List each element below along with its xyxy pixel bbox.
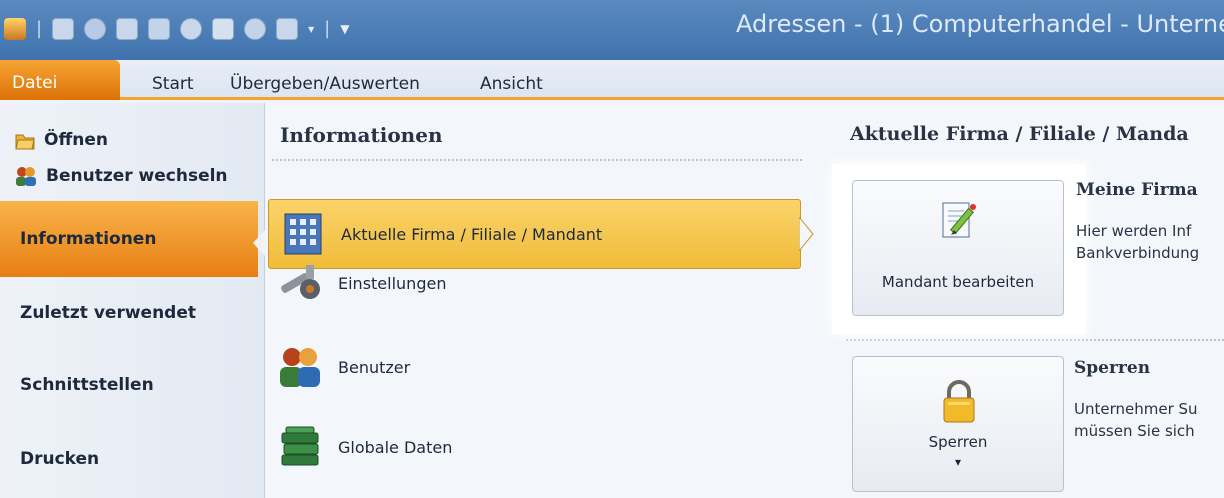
backstage-nav: Öffnen Benutzer wechseln Informationen Z… [0,103,266,498]
sperren-button[interactable]: Sperren ▾ [852,356,1064,492]
tab-ansicht[interactable]: Ansicht [480,74,543,94]
switch-user-label: Benutzer wechseln [46,166,228,186]
mandant-bearbeiten-button[interactable]: Mandant bearbeiten [852,180,1064,316]
section-sperren: Sperren Unternehmer Su müssen Sie sich [1066,356,1224,456]
section-desc-line1: Hier werden Inf [1076,222,1192,240]
toolbar-separator: | [324,18,331,39]
chevron-down-icon[interactable]: ▾ [853,455,1063,469]
section-title: Meine Firma [1076,180,1198,200]
info-panel: Informationen Aktuelle Firma / Filiale /… [266,103,816,498]
documents-icon[interactable] [148,18,171,40]
open-command[interactable]: Öffnen [14,129,108,151]
users-icon [16,167,36,186]
open-command-label: Öffnen [44,130,108,150]
window-title: Adressen - (1) Computerhandel - Unterne [736,10,1224,38]
sperren-label: Sperren [928,433,988,451]
edit-document-icon [942,202,976,238]
section-desc-line1: Unternehmer Su [1074,400,1198,418]
detail-heading: Aktuelle Firma / Filiale / Manda [850,123,1189,145]
nav-item-informationen[interactable]: Informationen [0,201,258,277]
book-icon[interactable] [116,18,139,40]
section-title: Sperren [1074,358,1151,378]
globe-icon[interactable] [84,18,107,40]
section-desc-line2: Bankverbindung [1076,244,1200,262]
info-item-label: Benutzer [338,357,411,377]
mandant-bearbeiten-label: Mandant bearbeiten [881,273,1035,291]
tab-datei[interactable]: Datei [0,60,120,100]
info-heading: Informationen [280,123,443,147]
active-pointer [253,229,266,257]
info-item-label: Einstellungen [338,273,447,293]
nav-item-label: Informationen [20,229,157,249]
divider [272,159,802,161]
nav-item-schnittstellen[interactable]: Schnittstellen [20,375,154,395]
ribbon-tab-row: Datei Start Übergeben/Auswerten Ansicht [0,60,1224,100]
toolbar-separator: | [36,18,43,39]
section-meine-firma: Meine Firma Hier werden Inf Bankverbindu… [1072,170,1224,330]
users-icon [280,348,320,387]
edit-icon[interactable] [212,18,235,40]
settings-icon[interactable] [180,18,203,40]
refresh-icon[interactable] [244,18,267,40]
customize-toolbar-button[interactable]: ▼ [340,22,349,36]
info-item-label: Aktuelle Firma / Filiale / Mandant [341,224,603,244]
app-icon[interactable] [4,18,26,40]
info-item-row: Aktuelle Firma / Filiale / Mandant [279,210,602,258]
divider [846,339,1224,341]
folder-open-icon [15,134,35,150]
lock-icon [943,380,975,423]
chevron-down-icon[interactable]: ▾ [308,22,314,36]
nav-item-zuletzt-verwendet[interactable]: Zuletzt verwendet [20,303,196,323]
switch-user-command[interactable]: Benutzer wechseln [14,165,228,187]
info-item-benutzer[interactable]: Benutzer [276,343,410,391]
section-desc-line2: müssen Sie sich [1074,422,1195,440]
tools-icon [281,265,320,299]
nav-item-drucken[interactable]: Drucken [20,449,99,469]
undo-icon[interactable] [52,18,75,40]
quick-access-toolbar: | ▾ | ▼ [4,18,349,40]
selection-pointer [799,217,814,251]
pin-icon[interactable] [276,18,299,40]
title-bar: | ▾ | ▼ Adressen - (1) Computerhandel - … [0,0,1224,60]
books-icon [281,426,319,466]
building-icon [284,213,322,255]
info-item-label: Globale Daten [338,437,453,457]
info-item-einstellungen[interactable]: Einstellungen [276,259,446,307]
tab-uebergeben-auswerten[interactable]: Übergeben/Auswerten [230,74,420,94]
info-item-globale-daten[interactable]: Globale Daten [276,423,452,471]
tab-start[interactable]: Start [152,74,194,94]
